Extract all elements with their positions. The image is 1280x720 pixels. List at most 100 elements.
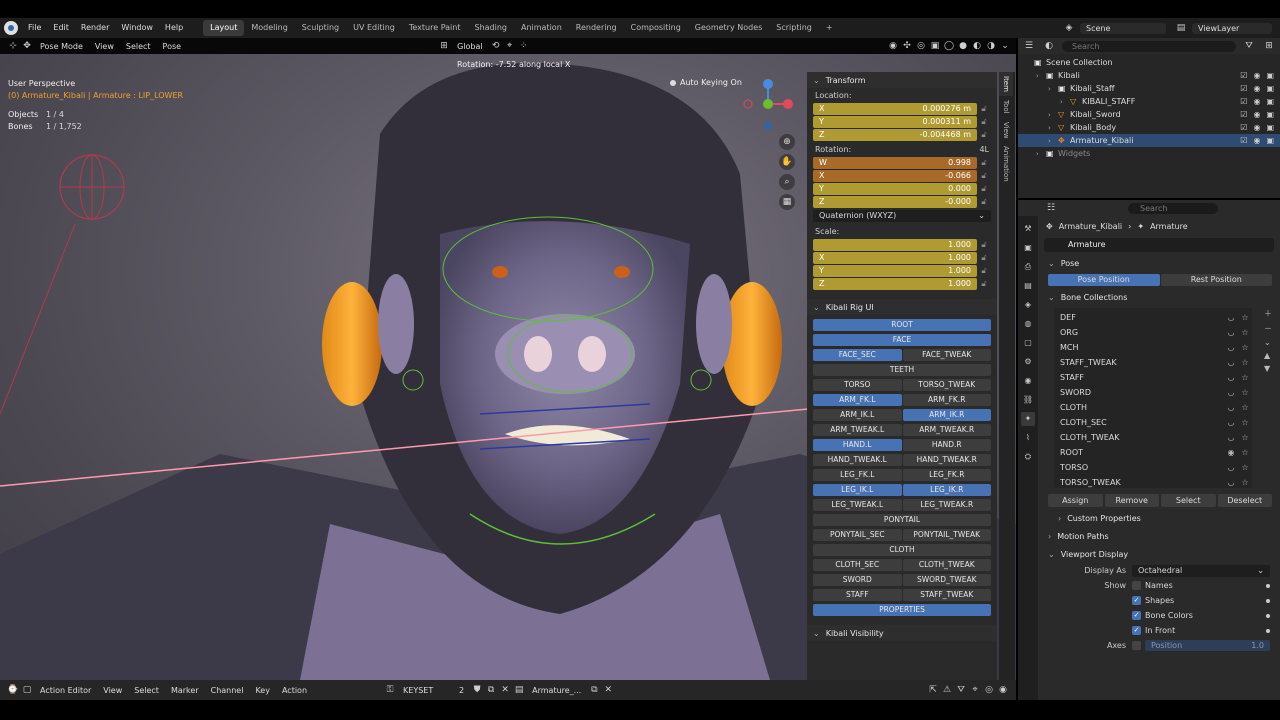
workspace-tab-animation[interactable]: Animation bbox=[514, 20, 569, 36]
scale-uniform-field[interactable]: 1.000 bbox=[813, 239, 977, 251]
eye-icon[interactable]: ◉ bbox=[1224, 448, 1238, 457]
star-icon[interactable]: ☆ bbox=[1238, 433, 1252, 442]
ae-menu-key[interactable]: Key bbox=[249, 686, 276, 695]
keyframe-dot-icon[interactable] bbox=[1266, 613, 1270, 618]
snap-target-icon[interactable]: ⁘ bbox=[517, 40, 531, 52]
rotation-x-field[interactable]: X -0.066 bbox=[813, 170, 977, 182]
ortho-grid-icon[interactable]: ▦ bbox=[779, 194, 795, 210]
constraints-tab-icon[interactable]: ⛓ bbox=[1021, 393, 1035, 407]
add-icon[interactable]: ＋ bbox=[1264, 308, 1272, 319]
eye-closed-icon[interactable]: ◡ bbox=[1224, 403, 1238, 412]
outliner-item[interactable]: › ▣ Kibali ☑ ◉ ▣ bbox=[1018, 69, 1280, 82]
eye-icon[interactable]: ◉ bbox=[1253, 136, 1260, 145]
workspace-tab-uv-editing[interactable]: UV Editing bbox=[346, 20, 402, 36]
menu-render[interactable]: Render bbox=[75, 18, 115, 38]
eye-closed-icon[interactable]: ◡ bbox=[1224, 478, 1238, 487]
rig-layer-button-leg-fk-r[interactable]: LEG_FK.R bbox=[902, 469, 991, 481]
shading-solid-icon[interactable]: ● bbox=[956, 40, 970, 52]
rig-layer-button-leg-ik-r[interactable]: LEG_IK.R bbox=[902, 484, 991, 496]
show-in-front-checkbox[interactable]: ✓ In Front bbox=[1132, 626, 1262, 635]
pivot-icon[interactable]: ⟲ bbox=[489, 40, 503, 52]
ae-menu-view[interactable]: View bbox=[97, 686, 128, 695]
outliner-item[interactable]: › ▽ Kibali_Sword ☑ ◉ ▣ bbox=[1018, 108, 1280, 121]
eye-icon[interactable]: ◉ bbox=[1253, 84, 1260, 93]
viewport-display-header[interactable]: ⌄ Viewport Display bbox=[1040, 545, 1280, 563]
tool-tab-icon[interactable]: ⚒ bbox=[1021, 222, 1035, 236]
camera-icon[interactable]: ▣ bbox=[1266, 71, 1274, 80]
star-icon[interactable]: ☆ bbox=[1238, 388, 1252, 397]
eye-closed-icon[interactable]: ◡ bbox=[1224, 328, 1238, 337]
viewport-menu-select[interactable]: Select bbox=[120, 42, 157, 51]
scale-z-field[interactable]: Z 1.000 bbox=[813, 278, 977, 290]
armature-data-tab-icon[interactable]: ✦ bbox=[1021, 412, 1035, 426]
workspace-tab-scripting[interactable]: Scripting bbox=[769, 20, 819, 36]
armature-data-name-field[interactable]: Armature bbox=[1044, 238, 1274, 252]
shield-icon[interactable]: ⛊ bbox=[470, 684, 484, 696]
checkbox-icon[interactable]: ☑ bbox=[1240, 110, 1247, 119]
bone-collection-item[interactable]: CLOTH ◡ ☆ bbox=[1054, 400, 1252, 415]
copy-icon[interactable]: ⧉ bbox=[484, 684, 498, 696]
viewport-menu-pose[interactable]: Pose bbox=[157, 42, 188, 51]
outliner-item[interactable]: › ▣ Widgets bbox=[1018, 147, 1280, 160]
rig-layer-button-properties[interactable]: PROPERTIES bbox=[813, 604, 991, 616]
camera-icon[interactable]: ▣ bbox=[1266, 123, 1274, 132]
add-workspace-button[interactable]: + bbox=[819, 20, 840, 36]
keyframe-dot-icon[interactable] bbox=[1266, 598, 1270, 603]
location-y-field[interactable]: Y 0.000311 m bbox=[813, 116, 977, 128]
rig-layer-button-arm-ik-l[interactable]: ARM_IK.L bbox=[813, 409, 902, 421]
expand-arrow-icon[interactable]: › bbox=[1048, 85, 1058, 93]
star-icon[interactable]: ☆ bbox=[1238, 328, 1252, 337]
shading-material-icon[interactable]: ◐ bbox=[970, 40, 984, 52]
workspace-tab-modeling[interactable]: Modeling bbox=[244, 20, 294, 36]
bone-tab-icon[interactable]: ⌇ bbox=[1021, 431, 1035, 445]
object-tab-icon[interactable]: ▢ bbox=[1021, 336, 1035, 350]
modifier-tab-icon[interactable]: ⚙ bbox=[1021, 355, 1035, 369]
lock-icon[interactable]: 🔓︎ bbox=[977, 184, 991, 194]
move-down-icon[interactable]: ▼ bbox=[1264, 364, 1272, 373]
checkbox-icon[interactable]: ☑ bbox=[1240, 97, 1247, 106]
eye-closed-icon[interactable]: ◡ bbox=[1224, 313, 1238, 322]
output-tab-icon[interactable]: ⎙ bbox=[1021, 260, 1035, 274]
proportional-icon[interactable]: ◎ bbox=[982, 684, 996, 696]
action-name-field[interactable]: Armature_... bbox=[526, 686, 587, 695]
navigation-gizmo[interactable] bbox=[740, 76, 796, 132]
new-collection-icon[interactable]: ⊞ bbox=[1262, 40, 1276, 52]
camera-icon[interactable]: ▣ bbox=[1266, 136, 1274, 145]
rig-layer-button-teeth[interactable]: TEETH bbox=[813, 364, 991, 376]
keyframe-dot-icon[interactable] bbox=[1266, 628, 1270, 633]
outliner-item[interactable]: ▣ Scene Collection bbox=[1018, 56, 1280, 69]
pose-position-button[interactable]: Pose Position bbox=[1048, 274, 1160, 286]
bone-collection-item[interactable]: CLOTH_TWEAK ◡ ☆ bbox=[1054, 430, 1252, 445]
bone-collection-item[interactable]: STAFF ◡ ☆ bbox=[1054, 370, 1252, 385]
blender-logo-icon[interactable] bbox=[4, 21, 18, 35]
rig-layer-button-face[interactable]: FACE bbox=[813, 334, 991, 346]
rotation-y-field[interactable]: Y 0.000 bbox=[813, 183, 977, 195]
workspace-tab-texture-paint[interactable]: Texture Paint bbox=[402, 20, 468, 36]
bone-collections-header[interactable]: ⌄ Bone Collections bbox=[1040, 288, 1280, 306]
scene-name-field[interactable]: Scene bbox=[1080, 22, 1166, 34]
rig-layer-button-hand-r[interactable]: HAND.R bbox=[902, 439, 991, 451]
display-mode-icon[interactable]: ◐ bbox=[1042, 40, 1056, 52]
checkbox-icon[interactable]: ☑ bbox=[1240, 136, 1247, 145]
scene-tab-icon[interactable]: ◈ bbox=[1021, 298, 1035, 312]
deselect-button[interactable]: Deselect bbox=[1217, 494, 1272, 507]
outliner-item[interactable]: › ▽ KIBALI_STAFF ☑ ◉ ▣ bbox=[1018, 95, 1280, 108]
workspace-tab-rendering[interactable]: Rendering bbox=[569, 20, 624, 36]
expand-arrow-icon[interactable]: › bbox=[1048, 137, 1058, 145]
rig-layer-button-sword-tweak[interactable]: SWORD_TWEAK bbox=[902, 574, 991, 586]
workspace-tab-shading[interactable]: Shading bbox=[467, 20, 514, 36]
3d-viewport[interactable]: Rotation: -7.52 along local X User Persp… bbox=[0, 54, 1016, 680]
lock-icon[interactable]: 🔓︎ bbox=[977, 253, 991, 263]
close-icon[interactable]: ✕ bbox=[601, 684, 615, 696]
axes-position-slider[interactable]: Position 1.0 bbox=[1145, 640, 1270, 651]
rig-layer-button-root[interactable]: ROOT bbox=[813, 319, 991, 331]
snap-icon[interactable]: ⌖ bbox=[503, 40, 517, 52]
render-tab-icon[interactable]: ▣ bbox=[1021, 241, 1035, 255]
motion-paths-header[interactable]: › Motion Paths bbox=[1040, 527, 1280, 545]
rig-layer-button-cloth[interactable]: CLOTH bbox=[813, 544, 991, 556]
rotation-mode-dropdown[interactable]: Quaternion (WXYZ) ⌄ bbox=[813, 210, 991, 222]
scene-selector[interactable]: ◈ Scene bbox=[1062, 22, 1166, 34]
bone-collection-item[interactable]: ROOT ◉ ☆ bbox=[1054, 445, 1252, 460]
location-z-field[interactable]: Z -0.004468 m bbox=[813, 129, 977, 141]
remove-button[interactable]: Remove bbox=[1104, 494, 1159, 507]
